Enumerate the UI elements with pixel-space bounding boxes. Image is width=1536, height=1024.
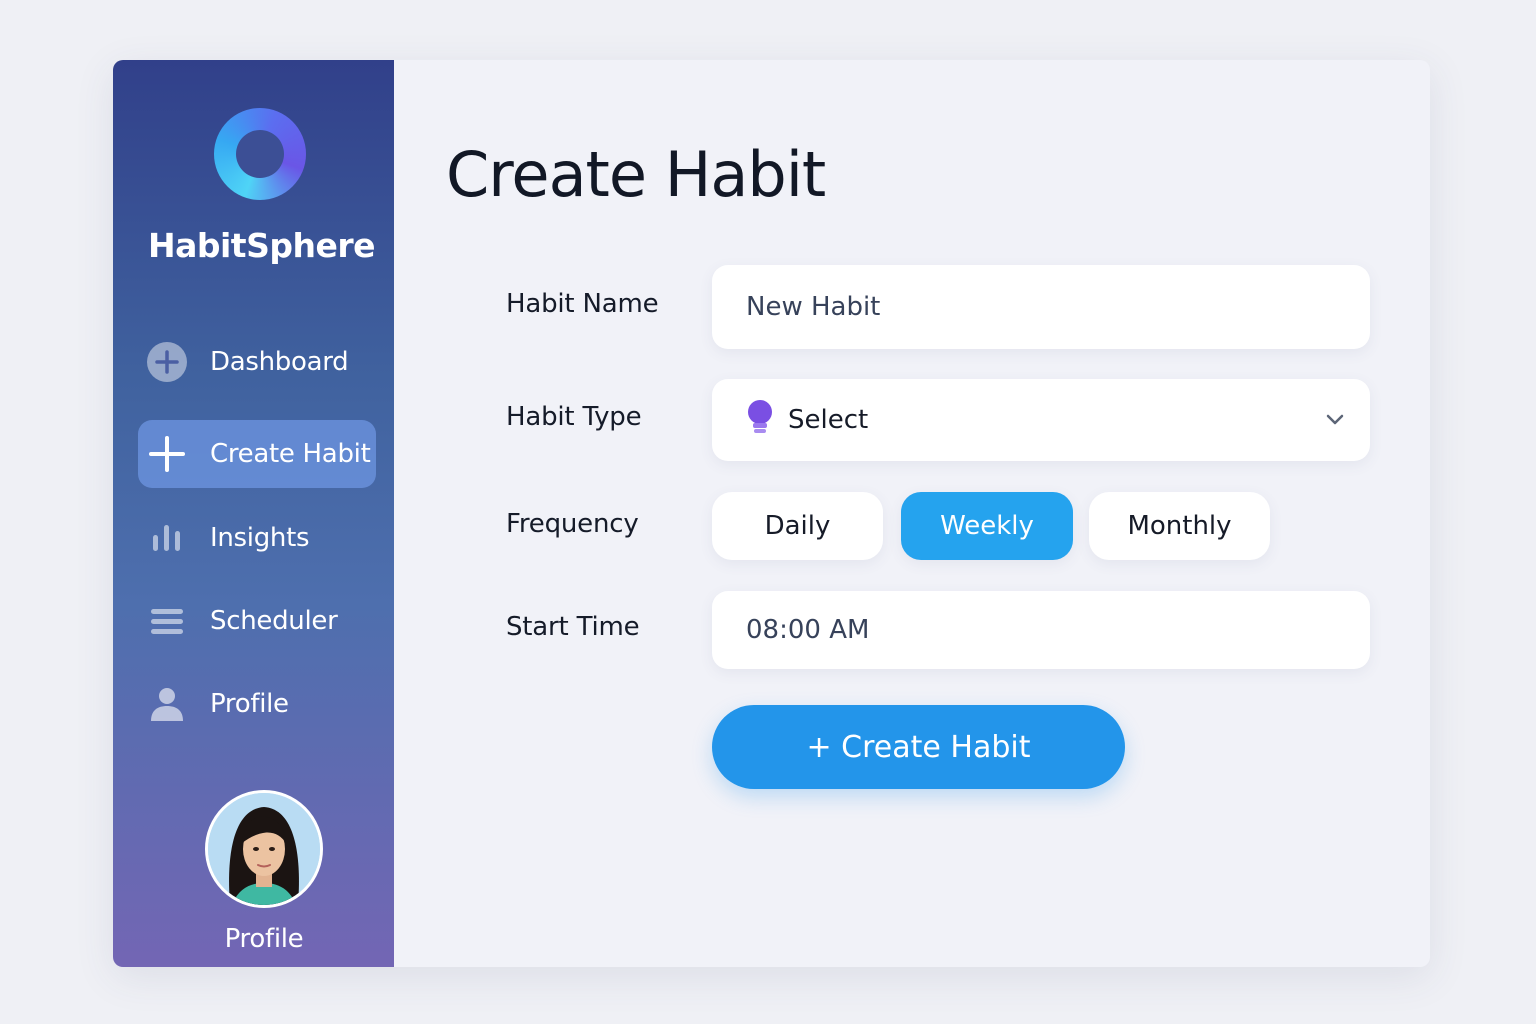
brand-name: HabitSphere bbox=[147, 226, 376, 265]
sidebar-item-profile[interactable]: Profile bbox=[138, 670, 376, 738]
sidebar-item-create-habit[interactable]: Create Habit bbox=[138, 420, 376, 488]
sidebar-item-label: Profile bbox=[210, 689, 289, 719]
avatar-caption[interactable]: Profile bbox=[113, 924, 415, 954]
list-icon bbox=[146, 600, 188, 642]
sidebar-item-insights[interactable]: Insights bbox=[138, 504, 376, 572]
start-time-label: Start Time bbox=[506, 612, 640, 642]
sidebar-item-label: Scheduler bbox=[210, 606, 338, 636]
habit-type-value: Select bbox=[788, 405, 869, 435]
app-window: HabitSphere Dashboard Create Habit Insig… bbox=[113, 60, 1430, 967]
habit-type-label: Habit Type bbox=[506, 402, 642, 432]
frequency-label: Frequency bbox=[506, 509, 639, 539]
avatar[interactable] bbox=[205, 790, 323, 908]
chevron-down-icon bbox=[1324, 407, 1346, 437]
frequency-option-daily[interactable]: Daily bbox=[712, 492, 883, 560]
sidebar-item-label: Insights bbox=[210, 523, 310, 553]
sidebar-item-label: Dashboard bbox=[210, 347, 349, 377]
sidebar-item-scheduler[interactable]: Scheduler bbox=[138, 587, 376, 655]
bulb-icon bbox=[746, 399, 774, 442]
plus-icon bbox=[146, 433, 188, 475]
start-time-input[interactable] bbox=[712, 591, 1370, 669]
sidebar-item-label: Create Habit bbox=[210, 439, 371, 469]
frequency-option-monthly[interactable]: Monthly bbox=[1089, 492, 1270, 560]
sidebar: HabitSphere Dashboard Create Habit Insig… bbox=[113, 60, 394, 967]
user-icon bbox=[146, 683, 188, 725]
bar-chart-icon bbox=[146, 517, 188, 559]
frequency-option-weekly[interactable]: Weekly bbox=[901, 492, 1073, 560]
create-habit-button[interactable]: + Create Habit bbox=[712, 705, 1125, 789]
logo-ring-icon bbox=[214, 108, 306, 200]
habit-name-input[interactable] bbox=[712, 265, 1370, 349]
plus-circle-icon bbox=[146, 341, 188, 383]
page-title: Create Habit bbox=[446, 138, 826, 211]
habit-type-select[interactable]: Select bbox=[712, 379, 1370, 461]
habit-name-label: Habit Name bbox=[506, 289, 659, 319]
sidebar-item-dashboard[interactable]: Dashboard bbox=[138, 328, 376, 396]
